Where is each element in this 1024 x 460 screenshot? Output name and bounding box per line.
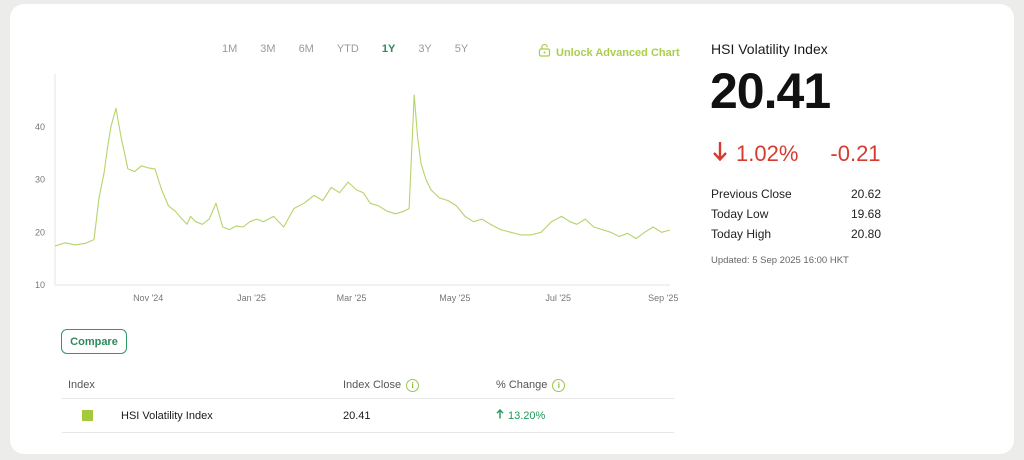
change-percent: 1.02% bbox=[736, 141, 799, 166]
unlock-advanced-chart-button[interactable]: Unlock Advanced Chart bbox=[538, 43, 680, 62]
x-tick-label: Sep '25 bbox=[648, 293, 678, 303]
lock-icon bbox=[538, 43, 551, 62]
tab-5y[interactable]: 5Y bbox=[455, 43, 468, 55]
volatility-line-chart: 10 20 30 40 Nov '24 Jan '25 Mar '25 May '25 Jul … bbox=[35, 74, 678, 303]
row-index-close: 20.41 bbox=[343, 409, 371, 422]
stat-today-low: Today Low 19.68 bbox=[711, 207, 882, 221]
updated-timestamp: Updated: 5 Sep 2025 16:00 HKT bbox=[711, 255, 849, 266]
stat-previous-close: Previous Close 20.62 bbox=[711, 187, 882, 201]
row-percent-change: 13.20% bbox=[496, 399, 545, 432]
tab-1m[interactable]: 1M bbox=[222, 43, 237, 55]
tab-1y[interactable]: 1Y bbox=[382, 43, 395, 55]
arrow-down-icon bbox=[712, 140, 728, 168]
index-card: 1M 3M 6M YTD 1Y 3Y 5Y Unlock Advanced Ch… bbox=[10, 4, 1014, 454]
x-tick-label: May '25 bbox=[439, 293, 470, 303]
stat-today-high: Today High 20.80 bbox=[711, 227, 882, 241]
index-title: HSI Volatility Index bbox=[711, 41, 828, 57]
range-tabs: 1M 3M 6M YTD 1Y 3Y 5Y bbox=[222, 43, 491, 55]
tab-3y[interactable]: 3Y bbox=[418, 43, 431, 55]
x-tick-label: Nov '24 bbox=[133, 293, 163, 303]
y-tick-label: 10 bbox=[35, 280, 45, 290]
tab-ytd[interactable]: YTD bbox=[337, 43, 359, 55]
arrow-up-icon bbox=[496, 408, 504, 422]
change-row: 1.02% -0.21 bbox=[712, 140, 881, 168]
change-absolute: -0.21 bbox=[830, 141, 881, 166]
unlock-label: Unlock Advanced Chart bbox=[556, 46, 680, 59]
x-tick-label: Jul '25 bbox=[545, 293, 571, 303]
tab-6m[interactable]: 6M bbox=[299, 43, 314, 55]
header-percent-change: % Change i bbox=[496, 372, 566, 398]
y-tick-label: 40 bbox=[35, 122, 45, 132]
row-index-name: HSI Volatility Index bbox=[121, 409, 213, 422]
header-index-close: Index Close i bbox=[343, 372, 420, 398]
compare-button[interactable]: Compare bbox=[61, 329, 127, 354]
y-tick-label: 20 bbox=[35, 227, 45, 237]
stats-list: Previous Close 20.62 Today Low 19.68 Tod… bbox=[711, 185, 891, 245]
info-icon[interactable]: i bbox=[406, 378, 420, 392]
series-swatch bbox=[82, 399, 93, 432]
index-table: Index Index Close i % Change i HSI Volat… bbox=[62, 372, 674, 433]
x-tick-label: Mar '25 bbox=[337, 293, 367, 303]
series-line bbox=[54, 94, 671, 247]
info-icon[interactable]: i bbox=[552, 378, 566, 392]
table-row: HSI Volatility Index 20.41 13.20% bbox=[62, 399, 674, 433]
header-index: Index bbox=[68, 379, 95, 391]
index-value: 20.41 bbox=[710, 63, 831, 119]
x-tick-label: Jan '25 bbox=[237, 293, 266, 303]
table-header: Index Index Close i % Change i bbox=[62, 372, 674, 399]
tab-3m[interactable]: 3M bbox=[260, 43, 275, 55]
y-tick-label: 30 bbox=[35, 175, 45, 185]
